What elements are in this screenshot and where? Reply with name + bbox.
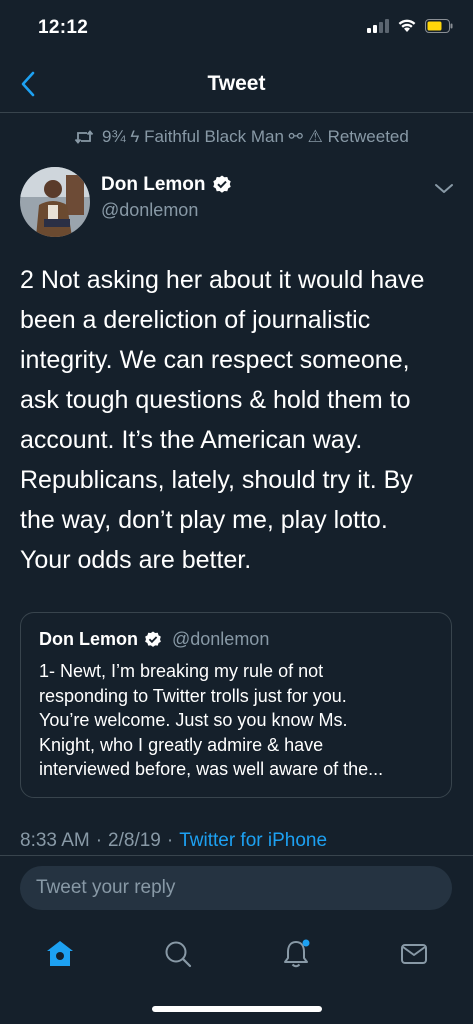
author-handle[interactable]: @donlemon [101,200,198,221]
tweet-line: Your odds are better. [20,546,252,574]
verified-badge-icon [145,630,161,647]
avatar[interactable] [20,167,90,237]
quoted-author-handle: @donlemon [172,629,270,649]
avatar-photo [20,167,90,237]
wifi-icon [398,19,416,32]
quoted-tweet-line: responding to Twitter trolls just for yo… [39,685,347,706]
reply-input[interactable]: Tweet your reply [20,866,452,910]
tweet-date: 2/8/19 [108,830,161,851]
quoted-tweet-text: 1- Newt, I’m breaking my rule of not res… [39,659,439,782]
tweet-line: ask tough questions & hold them to [20,386,411,414]
tab-messages[interactable] [394,934,434,974]
quoted-tweet-card[interactable]: Don Lemon @donlemon 1- Newt, I’m breakin… [20,612,452,798]
home-icon [47,941,73,966]
page-title: Tweet [207,72,266,95]
quoted-author-name: Don Lemon [39,629,138,649]
tweet-line: Republicans, lately, should try it. By [20,466,413,494]
notifications-icon [284,939,310,968]
retweet-text: 9¾ ϟ Faithful Black Man ⚯ ⚠ Retweeted [102,127,409,146]
tab-search[interactable] [158,934,198,974]
quoted-tweet-line: Knight, who I greatly admire & have [39,734,324,755]
retweet-context[interactable]: 9¾ ϟ Faithful Black Man ⚯ ⚠ Retweeted [74,127,409,147]
messages-icon [401,944,427,964]
chevron-down-icon[interactable] [433,178,455,198]
quoted-tweet-line: You’re welcome. Just so you know Ms. [39,710,348,730]
tweet-line: been a dereliction of journalistic [20,306,371,334]
tweet-text: 2 Not asking her about it would have bee… [20,260,456,580]
cellular-signal-icon [367,18,389,33]
navigation-bar: Tweet [0,56,473,113]
search-icon [165,941,192,968]
quoted-tweet-line: interviewed before, was well aware of th… [39,759,384,779]
quoted-tweet-line: 1- Newt, I’m breaking my rule of not [39,661,324,681]
tweet-line: the way, don’t play me, play lotto. [20,506,388,534]
tab-notifications[interactable] [276,934,316,974]
tweet-line: integrity. We can respect someone, [20,346,410,374]
retweet-icon [74,130,94,144]
battery-icon [425,18,453,33]
meta-separator: · [166,830,174,851]
tweet-line: 2 Not asking her about it would have [20,266,425,294]
author-name-text: Don Lemon [101,174,206,195]
tweet-line: account. It’s the American way. [20,426,363,454]
status-icons [367,18,453,33]
status-time: 12:12 [38,17,89,38]
tweet-source-link[interactable]: Twitter for iPhone [179,830,327,852]
tab-home[interactable] [40,934,80,974]
author-name[interactable]: Don Lemon [101,174,232,196]
reply-bar: Tweet your reply [0,855,473,918]
quoted-tweet-header: Don Lemon @donlemon [39,629,269,650]
home-indicator[interactable] [152,1006,322,1012]
status-bar: 12:12 [0,0,473,56]
verified-badge-icon [212,175,231,193]
tweet-metadata: 8:33 AM · 2/8/19 · Twitter for iPhone [20,830,327,852]
tab-bar [0,918,473,1024]
meta-separator: · [95,830,103,851]
tweet-time: 8:33 AM [20,830,90,851]
